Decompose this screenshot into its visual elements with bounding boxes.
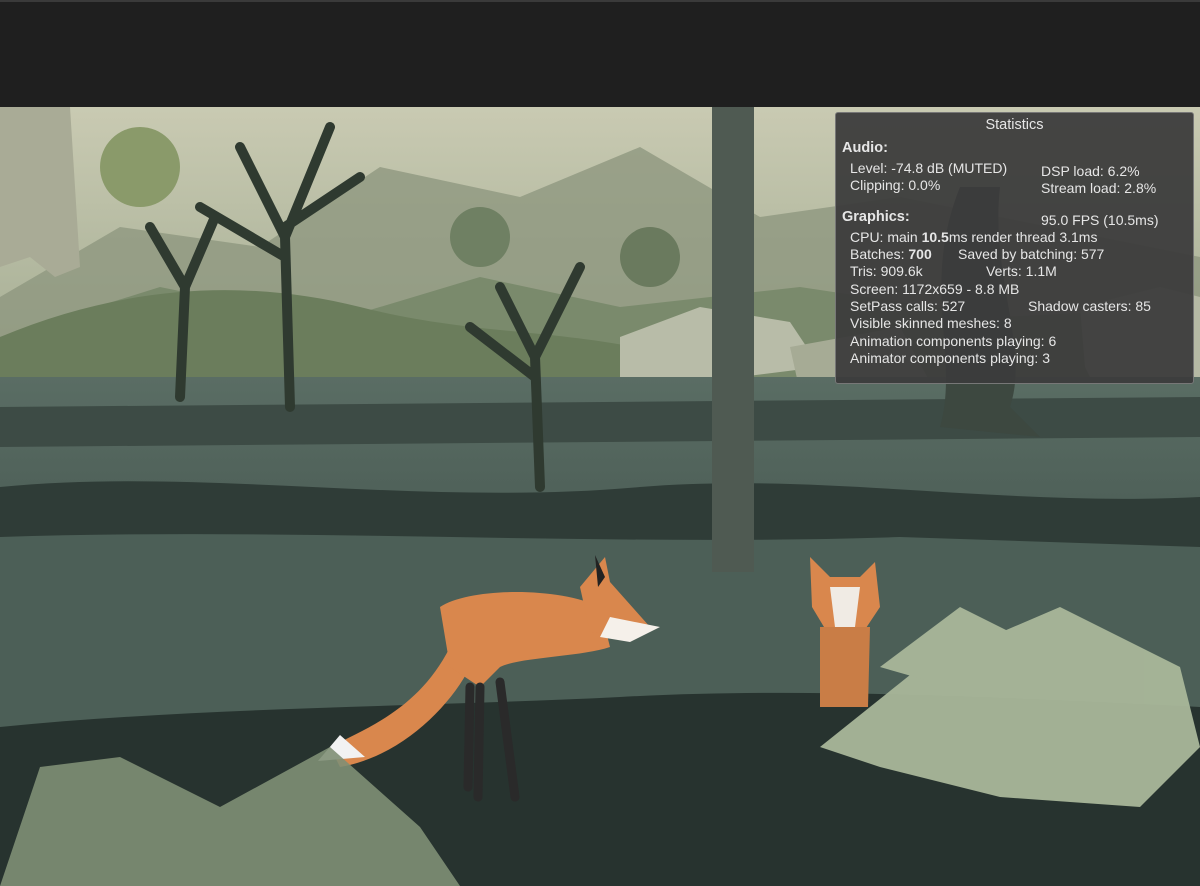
statistics-panel: Statistics Audio: Level: -74.8 dB (MUTED… bbox=[835, 112, 1194, 384]
graphics-fps: 95.0 FPS (10.5ms) bbox=[1041, 212, 1159, 228]
audio-dsp-load: DSP load: 6.2% bbox=[1041, 163, 1140, 179]
batches-prefix: Batches: bbox=[850, 246, 909, 262]
cpu-prefix: CPU: main bbox=[850, 229, 922, 245]
graphics-screen: Screen: 1172x659 - 8.8 MB bbox=[850, 281, 1020, 297]
batches-value: 700 bbox=[908, 246, 932, 262]
game-viewport[interactable]: Statistics Audio: Level: -74.8 dB (MUTED… bbox=[0, 107, 1200, 886]
game-view-toolbar bbox=[0, 0, 1200, 107]
graphics-saved-by-batching: Saved by batching: 577 bbox=[958, 246, 1105, 262]
graphics-setpass: SetPass calls: 527 bbox=[850, 298, 966, 314]
cpu-main-value: 10.5 bbox=[921, 229, 949, 245]
graphics-tris: Tris: 909.6k bbox=[850, 263, 923, 279]
graphics-batches: Batches: 700 bbox=[850, 246, 932, 264]
graphics-skinned-meshes: Visible skinned meshes: 8 bbox=[850, 315, 1012, 331]
graphics-animation-components: Animation components playing: 6 bbox=[850, 333, 1057, 349]
graphics-cpu: CPU: main 10.5ms render thread 3.1ms bbox=[850, 229, 1097, 247]
audio-heading: Audio: bbox=[842, 140, 888, 156]
graphics-shadow-casters: Shadow casters: 85 bbox=[1028, 298, 1151, 314]
audio-clipping: Clipping: 0.0% bbox=[850, 177, 941, 193]
graphics-verts: Verts: 1.1M bbox=[986, 263, 1057, 279]
cpu-suffix: ms render thread 3.1ms bbox=[948, 229, 1098, 245]
audio-level: Level: -74.8 dB (MUTED) bbox=[850, 160, 1008, 176]
audio-stream-load: Stream load: 2.8% bbox=[1041, 180, 1157, 196]
graphics-heading: Graphics: bbox=[842, 209, 910, 225]
statistics-title: Statistics bbox=[985, 117, 1044, 133]
graphics-animator-components: Animator components playing: 3 bbox=[850, 350, 1050, 366]
